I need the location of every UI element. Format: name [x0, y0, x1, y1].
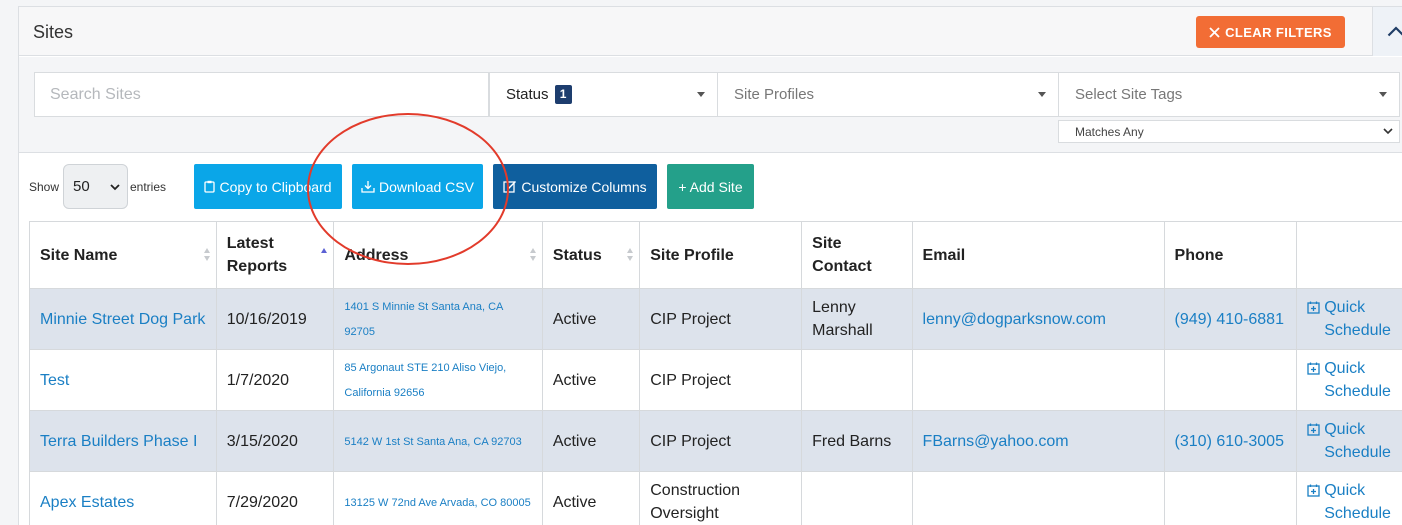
panel-header: Sites CLEAR FILTERS	[19, 7, 1402, 56]
column-header-latest-reports[interactable]: Latest Reports	[215, 221, 335, 289]
site-name-link[interactable]: Test	[40, 372, 69, 389]
sort-icon	[627, 248, 634, 262]
chevron-up-icon	[1387, 26, 1402, 37]
tag-match-mode-select[interactable]: Matches Any	[1058, 120, 1400, 143]
latest-report-cell: 1/7/2020	[215, 349, 335, 411]
latest-report-cell: 7/29/2020	[215, 471, 335, 525]
phone-link[interactable]: (949) 410-6881	[1175, 311, 1284, 328]
calendar-plus-icon	[1307, 484, 1320, 497]
status-cell: Active	[541, 349, 641, 411]
site-name-link[interactable]: Terra Builders Phase I	[40, 433, 197, 450]
column-header-email[interactable]: Email	[911, 221, 1165, 289]
site-profile-cell: CIP Project	[639, 410, 803, 472]
column-header-status[interactable]: Status	[541, 221, 641, 289]
latest-report-cell: 10/16/2019	[215, 288, 335, 350]
email-link[interactable]: FBarns@yahoo.com	[923, 433, 1069, 450]
site-contact-cell: Lenny Marshall	[801, 288, 913, 350]
collapse-panel-button[interactable]	[1372, 7, 1402, 56]
table-row: Test 1/7/2020 85 Argonaut STE 210 Aliso …	[29, 349, 1402, 411]
column-header-phone[interactable]: Phone	[1163, 221, 1298, 289]
search-input[interactable]	[34, 72, 489, 117]
customize-columns-label: Customize Columns	[521, 178, 647, 195]
download-csv-button[interactable]: Download CSV	[352, 164, 483, 209]
address-link[interactable]: 5142 W 1st St Santa Ana, CA 92703	[344, 436, 521, 448]
site-profiles-select[interactable]: Site Profiles	[717, 72, 1059, 117]
caret-down-icon	[1379, 92, 1387, 97]
add-site-button[interactable]: + Add Site	[667, 164, 754, 209]
site-contact-cell: Fred Barns	[801, 410, 913, 472]
status-filter-select[interactable]: Status 1	[489, 72, 718, 117]
copy-button-label: Copy to Clipboard	[219, 178, 332, 195]
site-contact-cell	[801, 349, 913, 411]
latest-report-cell: 3/15/2020	[215, 410, 335, 472]
entries-label: entries	[130, 180, 167, 194]
caret-down-icon	[697, 92, 705, 97]
status-cell: Active	[541, 288, 641, 350]
email-link[interactable]: lenny@dogparksnow.com	[923, 311, 1106, 328]
sites-table: Site Name Latest Reports Address Status …	[29, 221, 1402, 525]
customize-columns-button[interactable]: Customize Columns	[493, 164, 657, 209]
add-site-label: + Add Site	[678, 178, 743, 195]
site-tags-placeholder: Select Site Tags	[1075, 86, 1183, 103]
column-header-address[interactable]: Address	[333, 221, 543, 289]
chevron-down-icon	[1383, 128, 1393, 135]
copy-to-clipboard-button[interactable]: Copy to Clipboard	[194, 164, 342, 209]
status-filter-label: Status	[506, 86, 549, 103]
entries-value: 50	[73, 178, 90, 195]
site-name-link[interactable]: Minnie Street Dog Park	[40, 311, 205, 328]
site-tags-select[interactable]: Select Site Tags	[1058, 72, 1400, 117]
quick-schedule-label: Quick Schedule	[1324, 299, 1391, 339]
calendar-plus-icon	[1307, 362, 1320, 375]
column-header-site-profile[interactable]: Site Profile	[639, 221, 803, 289]
clear-filters-button[interactable]: CLEAR FILTERS	[1196, 16, 1345, 48]
site-profile-cell: Construction Oversight	[639, 471, 803, 525]
site-profiles-placeholder: Site Profiles	[734, 86, 815, 103]
download-csv-label: Download CSV	[379, 178, 474, 195]
site-profile-cell: CIP Project	[639, 349, 803, 411]
show-label: Show	[29, 180, 60, 194]
sort-icon	[203, 248, 211, 262]
quick-schedule-label: Quick Schedule	[1324, 482, 1391, 522]
download-icon	[361, 181, 375, 193]
page-title: Sites	[33, 22, 74, 42]
chevron-down-icon	[110, 184, 120, 191]
clipboard-icon	[204, 180, 216, 193]
clear-filters-label: CLEAR FILTERS	[1225, 24, 1332, 40]
address-link[interactable]: 13125 W 72nd Ave Arvada, CO 80005	[344, 497, 530, 509]
entries-per-page-select[interactable]: 50	[63, 164, 128, 209]
quick-schedule-label: Quick Schedule	[1324, 360, 1391, 400]
status-cell: Active	[541, 471, 641, 525]
site-profile-cell: CIP Project	[639, 288, 803, 350]
site-contact-cell	[801, 471, 913, 525]
caret-down-icon	[1038, 92, 1046, 97]
calendar-plus-icon	[1307, 423, 1320, 436]
quick-schedule-link[interactable]: Quick Schedule	[1307, 418, 1402, 464]
sites-panel: Sites CLEAR FILTERS Status 1 Site Profil…	[18, 6, 1402, 525]
table-header-row: Site Name Latest Reports Address Status …	[29, 221, 1402, 289]
status-cell: Active	[541, 410, 641, 472]
table-row: Apex Estates 7/29/2020 13125 W 72nd Ave …	[29, 471, 1402, 525]
column-header-actions	[1296, 221, 1402, 289]
sort-icon	[529, 248, 537, 262]
table-toolbar: Show 50 entries Copy to Clipboard Downlo…	[19, 153, 1402, 223]
table-row: Minnie Street Dog Park 10/16/2019 1401 S…	[29, 288, 1402, 350]
quick-schedule-link[interactable]: Quick Schedule	[1307, 479, 1402, 525]
quick-schedule-link[interactable]: Quick Schedule	[1307, 357, 1402, 403]
address-link[interactable]: 85 Argonaut STE 210 Aliso Viejo, Califor…	[344, 362, 506, 399]
edit-icon	[503, 181, 517, 193]
column-header-site-name[interactable]: Site Name	[29, 221, 217, 289]
quick-schedule-link[interactable]: Quick Schedule	[1307, 296, 1402, 342]
status-count-badge: 1	[554, 85, 572, 104]
table-row: Terra Builders Phase I 3/15/2020 5142 W …	[29, 410, 1402, 472]
column-header-site-contact[interactable]: Site Contact	[801, 221, 913, 289]
site-name-link[interactable]: Apex Estates	[40, 494, 134, 511]
filter-bar: Status 1 Site Profiles Select Site Tags …	[19, 57, 1402, 153]
close-icon	[1209, 26, 1220, 38]
calendar-plus-icon	[1307, 301, 1320, 314]
address-link[interactable]: 1401 S Minnie St Santa Ana, CA 92705	[344, 301, 502, 338]
phone-link[interactable]: (310) 610-3005	[1175, 433, 1284, 450]
quick-schedule-label: Quick Schedule	[1324, 421, 1391, 461]
sort-ascending-icon	[321, 248, 328, 262]
tag-match-mode-value: Matches Any	[1075, 124, 1144, 139]
